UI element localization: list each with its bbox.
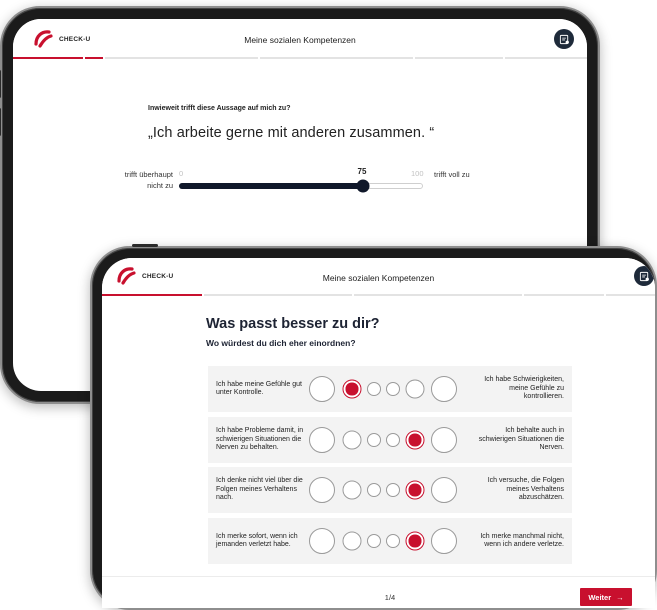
page-indicator: 1/4: [384, 593, 396, 602]
choice-option-radio[interactable]: [342, 430, 362, 450]
choice-option-radio[interactable]: [367, 433, 381, 447]
choice-row: Ich habe Probleme damit, in schwierigen …: [208, 417, 572, 463]
choice-option-radio[interactable]: [405, 531, 425, 551]
progress-segment-divider: [522, 293, 524, 297]
progress-fill: [102, 294, 202, 296]
choice-right-statement: Ich behalte auch in schwierigen Situatio…: [478, 427, 564, 452]
selected-dot: [408, 433, 422, 447]
choice-left-statement: Ich denke nicht viel über die Folgen mei…: [216, 477, 303, 502]
profile-document-glyph: [639, 271, 649, 281]
slider-max-label: 100: [411, 169, 424, 178]
slider-right-label: trifft voll zu: [434, 170, 470, 179]
next-button-label: Weiter: [588, 592, 612, 602]
choice-option-radio[interactable]: [309, 477, 335, 503]
header-title: Meine sozialen Kompetenzen: [322, 273, 435, 283]
choice-option-radio[interactable]: [431, 427, 457, 453]
progress-segment-divider: [103, 56, 105, 60]
choice-option-radio[interactable]: [367, 382, 381, 396]
choice-option-radio[interactable]: [367, 483, 381, 497]
progress-segment-divider: [83, 56, 85, 60]
choice-option-radio[interactable]: [405, 480, 425, 500]
choice-option-radio[interactable]: [309, 528, 335, 554]
choice-left-statement: Ich merke sofort, wenn ich jemanden verl…: [216, 532, 298, 549]
power-button: [132, 244, 158, 247]
choice-option-radio[interactable]: [386, 534, 400, 548]
slider-thumb[interactable]: [356, 179, 370, 193]
choice-option-radio[interactable]: [342, 480, 362, 500]
footer-divider: [102, 576, 655, 577]
choice-row: Ich merke sofort, wenn ich jemanden verl…: [208, 518, 572, 564]
statement-text: „Ich arbeite gerne mit anderen zusammen.…: [148, 125, 435, 141]
choice-option-radio[interactable]: [367, 534, 381, 548]
choice-option-radio[interactable]: [386, 433, 400, 447]
app-header: CHECK-U Meine sozialen Kompetenzen: [102, 258, 655, 298]
selected-dot: [345, 382, 359, 396]
progress-bar: [102, 293, 655, 297]
progress-fill: [13, 57, 105, 59]
profile-document-icon[interactable]: [554, 29, 574, 49]
choice-right-statement: Ich merke manchmal nicht, wenn ich ander…: [480, 532, 564, 549]
choice-option-radio[interactable]: [386, 483, 400, 497]
question-subheading: Wo würdest du dich eher einordnen?: [206, 338, 356, 348]
choice-row: Ich habe meine Gefühle gut unter Kontrol…: [208, 366, 572, 412]
progress-segment-divider: [604, 293, 606, 297]
question-heading: Was passt besser zu dir?: [206, 316, 380, 332]
slider-fill: [179, 183, 362, 189]
next-button[interactable]: Weiter →: [580, 588, 632, 606]
app-header: CHECK-U Meine sozialen Kompetenzen: [13, 19, 587, 60]
progress-segment-divider: [503, 56, 505, 60]
choice-option-radio[interactable]: [342, 531, 362, 551]
choice-option-radio[interactable]: [309, 376, 335, 402]
choice-option-radio[interactable]: [405, 430, 425, 450]
choice-option-radio[interactable]: [431, 528, 457, 554]
arrow-right-icon: →: [616, 592, 624, 602]
progress-segment-divider: [258, 56, 260, 60]
tablet-screen-front: CHECK-U Meine sozialen Kompetenzen Was p…: [102, 258, 655, 608]
choice-left-statement: Ich habe Probleme damit, in schwierigen …: [216, 427, 304, 452]
slider-left-label: trifft überhaupt nicht zu: [124, 170, 173, 190]
question-label: Inwieweit trifft diese Aussage auf mich …: [148, 105, 291, 112]
progress-segment-divider: [413, 56, 415, 60]
slider-value: 75: [357, 167, 367, 176]
progress-bar: [13, 56, 587, 60]
choice-option-radio[interactable]: [309, 427, 335, 453]
choice-option-radio[interactable]: [405, 379, 425, 399]
selected-dot: [408, 483, 422, 497]
progress-segment-divider: [202, 293, 204, 297]
choice-right-statement: Ich versuche, die Folgen meines Verhalte…: [487, 477, 564, 502]
choice-option-radio[interactable]: [431, 477, 457, 503]
profile-document-glyph: [559, 34, 569, 44]
choice-option-radio[interactable]: [386, 382, 400, 396]
volume-button: [0, 70, 1, 98]
choice-left-statement: Ich habe meine Gefühle gut unter Kontrol…: [216, 380, 303, 397]
profile-document-icon[interactable]: [634, 266, 654, 286]
choice-option-radio[interactable]: [342, 379, 362, 399]
slider-min-label: 0: [179, 169, 184, 178]
choice-option-radio[interactable]: [431, 376, 457, 402]
choice-right-statement: Ich habe Schwierigkeiten, meine Gefühle …: [484, 376, 564, 401]
progress-segment-divider: [352, 293, 354, 297]
selected-dot: [408, 534, 422, 548]
volume-button: [0, 108, 1, 136]
tablet-device-front: CHECK-U Meine sozialen Kompetenzen Was p…: [90, 244, 657, 610]
agreement-slider[interactable]: [179, 179, 423, 193]
choice-row: Ich denke nicht viel über die Folgen mei…: [208, 467, 572, 513]
header-title: Meine sozialen Kompetenzen: [244, 35, 356, 45]
